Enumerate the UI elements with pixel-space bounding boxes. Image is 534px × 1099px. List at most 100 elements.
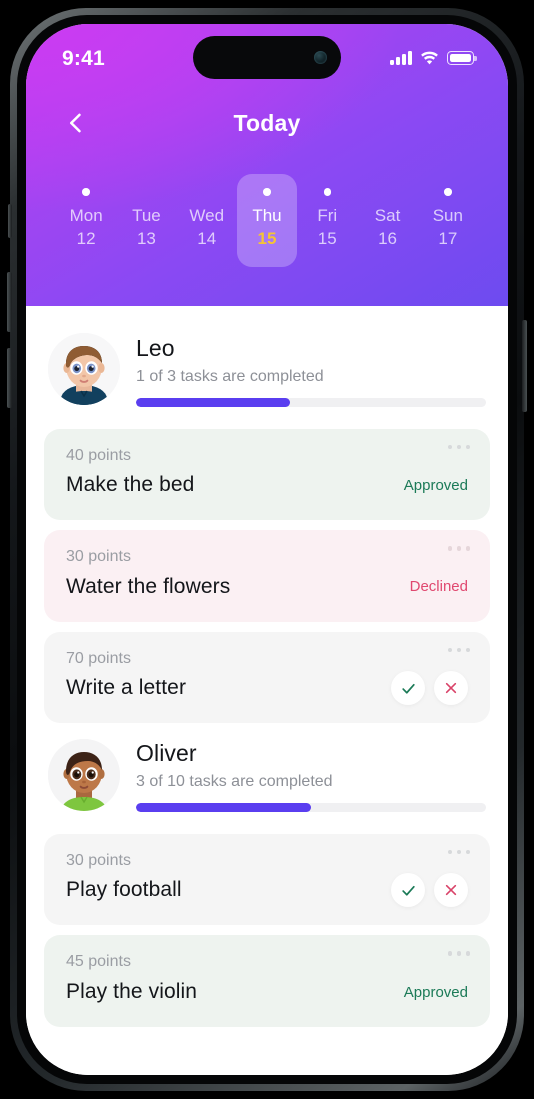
avatar <box>48 738 120 811</box>
status-badge: Approved <box>403 983 468 1001</box>
phone-screen: 9:41 Today Mon 12 Tue 13 Wed 14 Thu 15 F… <box>26 24 508 1075</box>
decline-button[interactable] <box>434 671 468 706</box>
volume-down-button[interactable] <box>7 348 12 408</box>
task-row: Play football <box>66 873 468 908</box>
close-x-icon <box>445 885 457 896</box>
task-points: 40 points <box>66 446 131 464</box>
progress-bar-fill <box>136 397 290 407</box>
day-number: 13 <box>136 228 156 248</box>
page-title: Today <box>233 109 301 136</box>
task-title: Write a letter <box>66 676 187 700</box>
battery-full-icon <box>447 51 477 65</box>
day-chip-sun[interactable]: Sun 17 <box>418 174 478 267</box>
day-event-dot <box>263 188 271 196</box>
screenshot-stage: 9:41 Today Mon 12 Tue 13 Wed 14 Thu 15 F… <box>0 0 534 1099</box>
dynamic-island <box>193 36 341 79</box>
day-name: Wed <box>189 205 225 225</box>
front-camera-icon <box>314 51 327 64</box>
day-chip-thu[interactable]: Thu 15 <box>236 174 298 268</box>
day-number: 14 <box>197 228 217 248</box>
more-options-icon[interactable] <box>447 444 470 450</box>
task-points: 70 points <box>66 649 131 667</box>
cellular-signal-icon <box>390 51 412 65</box>
check-icon <box>401 683 415 694</box>
day-event-dot <box>444 188 452 196</box>
day-number: 12 <box>76 228 96 248</box>
task-card[interactable]: 30 points Water the flowers Declined <box>44 530 490 622</box>
task-card[interactable]: 30 points Play football <box>44 833 490 926</box>
day-chip-tue[interactable]: Tue 13 <box>116 174 176 267</box>
phone-bezel: 9:41 Today Mon 12 Tue 13 Wed 14 Thu 15 F… <box>17 15 517 1084</box>
day-name: Thu <box>252 205 282 225</box>
check-icon <box>401 885 415 896</box>
day-name: Fri <box>317 205 338 225</box>
child-name: Oliver <box>136 740 197 767</box>
task-row: Play the violin Approved <box>66 975 468 1009</box>
child-info: Leo 1 of 3 tasks are completed <box>136 332 486 407</box>
week-day-selector[interactable]: Mon 12 Tue 13 Wed 14 Thu 15 Fri 15 Sat 16 Sun 17 <box>26 160 508 268</box>
task-actions <box>391 873 468 908</box>
wifi-icon <box>420 51 439 65</box>
task-row: Water the flowers Declined <box>66 570 468 604</box>
child-task-summary: 3 of 10 tasks are completed <box>136 773 333 791</box>
child-section: Leo 1 of 3 tasks are completed 40 points Ma… <box>44 328 490 724</box>
app-header: 9:41 Today Mon 12 Tue 13 Wed 14 Thu 15 F… <box>26 24 508 306</box>
child-section: Oliver 3 of 10 tasks are completed 30 poin… <box>44 733 490 1028</box>
tasks-sheet: Leo 1 of 3 tasks are completed 40 points Ma… <box>26 306 508 1075</box>
day-chip-mon[interactable]: Mon 12 <box>56 174 116 267</box>
status-bar: 9:41 <box>26 24 508 86</box>
status-bar-clock: 9:41 <box>62 46 105 70</box>
task-title: Play the violin <box>66 980 198 1004</box>
navigation-bar: Today <box>26 86 508 160</box>
day-number: 16 <box>378 228 397 248</box>
more-options-icon[interactable] <box>447 647 470 653</box>
day-chip-fri[interactable]: Fri 15 <box>297 174 357 267</box>
more-options-icon[interactable] <box>447 951 470 956</box>
task-title: Make the bed <box>66 473 195 497</box>
more-options-icon[interactable] <box>447 849 470 855</box>
task-card[interactable]: 45 points Play the violin Approved <box>44 935 490 1028</box>
day-event-dot <box>323 188 332 196</box>
day-number: 15 <box>257 228 277 248</box>
status-bar-indicators <box>390 51 477 65</box>
day-name: Tue <box>132 205 161 225</box>
child-header[interactable]: Leo 1 of 3 tasks are completed <box>44 328 490 419</box>
day-chip-sat[interactable]: Sat 16 <box>357 174 417 267</box>
task-points: 45 points <box>66 953 131 971</box>
task-row: Write a letter <box>66 671 468 706</box>
status-badge: Approved <box>403 476 468 494</box>
task-points: 30 points <box>66 548 131 566</box>
child-info: Oliver 3 of 10 tasks are completed <box>136 737 486 812</box>
task-card[interactable]: 70 points Write a letter <box>44 631 490 724</box>
day-number: 15 <box>317 228 337 248</box>
child-name: Leo <box>136 335 175 361</box>
status-badge: Declined <box>409 578 468 596</box>
close-x-icon <box>445 683 457 694</box>
mute-switch[interactable] <box>8 204 12 238</box>
task-title: Play football <box>66 878 182 902</box>
task-card[interactable]: 40 points Make the bed Approved <box>44 428 490 521</box>
task-actions <box>391 671 468 706</box>
power-button[interactable] <box>522 320 527 412</box>
task-title: Water the flowers <box>66 574 231 598</box>
progress-bar-fill <box>136 802 311 812</box>
task-row: Make the bed Approved <box>66 468 468 502</box>
progress-bar <box>136 802 486 812</box>
decline-button[interactable] <box>434 873 468 908</box>
day-event-dot <box>82 188 90 196</box>
progress-bar <box>136 397 486 407</box>
child-header[interactable]: Oliver 3 of 10 tasks are completed <box>44 733 490 824</box>
approve-button[interactable] <box>391 873 425 908</box>
day-chip-wed[interactable]: Wed 14 <box>177 174 237 267</box>
volume-up-button[interactable] <box>7 272 12 332</box>
day-name: Sun <box>432 205 463 225</box>
approve-button[interactable] <box>391 671 425 706</box>
chevron-left-icon <box>69 113 81 133</box>
back-button[interactable] <box>56 103 96 143</box>
avatar <box>48 333 120 406</box>
more-options-icon[interactable] <box>447 546 470 551</box>
day-name: Mon <box>69 205 103 225</box>
task-points: 30 points <box>66 851 131 869</box>
phone-frame: 9:41 Today Mon 12 Tue 13 Wed 14 Thu 15 F… <box>7 8 527 1091</box>
day-number: 17 <box>438 228 458 248</box>
